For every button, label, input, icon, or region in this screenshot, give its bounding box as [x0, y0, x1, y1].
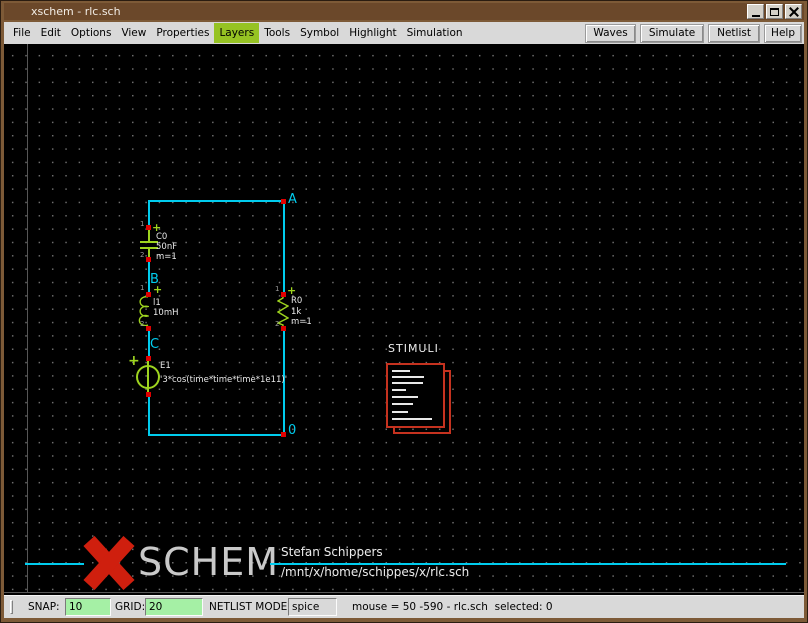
resistor-mult: m=1 [291, 317, 312, 327]
stimuli-text-line [392, 376, 424, 378]
title-block[interactable]: SCHEM Stefan Schippers /mnt/x/home/schip… [4, 532, 804, 592]
pin-square [281, 326, 286, 331]
mouse-status-text: mouse = 50 -590 - rlc.sch selected: 0 [352, 601, 553, 613]
netlist-mode-input[interactable] [288, 598, 337, 616]
capacitor-value: 50nF [156, 242, 177, 252]
stimuli-text-line [392, 389, 406, 391]
titleblock-author: Stefan Schippers [281, 545, 383, 559]
resistor-r0[interactable]: + 1 2 R0 1k m=1 [269, 282, 329, 330]
statusbar-grip[interactable] [10, 600, 13, 614]
pin-square [281, 292, 286, 297]
menu-file[interactable]: File [8, 23, 36, 43]
resistor-pin1-number: 1 [275, 286, 279, 293]
menubar: File Edit Options View Properties Layers… [4, 22, 804, 44]
minimize-button[interactable] [747, 4, 764, 19]
menu-view[interactable]: View [116, 23, 151, 43]
inductor-pin2-number: 2 [140, 321, 144, 328]
window-controls [747, 4, 802, 19]
menu-properties[interactable]: Properties [151, 23, 214, 43]
close-button[interactable] [785, 4, 802, 19]
resistor-plus-marker: + [287, 286, 296, 295]
stimuli-text-line [392, 396, 418, 398]
sheet-frame-bottom [4, 592, 804, 593]
node-label-a[interactable]: A [288, 192, 297, 207]
node-label-c[interactable]: C [150, 337, 159, 352]
stimuli-text-line [392, 370, 410, 372]
waves-button[interactable]: Waves [585, 24, 636, 43]
simulate-button[interactable]: Simulate [640, 24, 704, 43]
snap-input[interactable] [65, 598, 111, 616]
minimize-icon [752, 15, 760, 17]
capacitor-pin1-number: 1 [140, 221, 144, 228]
snap-label: SNAP: [28, 601, 60, 613]
wire-bottom[interactable] [148, 434, 285, 436]
help-button[interactable]: Help [764, 24, 802, 43]
menu-tools[interactable]: Tools [259, 23, 295, 43]
titleblock-line-left [25, 563, 84, 565]
pin-square [281, 432, 286, 437]
titleblock-path: /mnt/x/home/schippes/x/rlc.sch [281, 565, 469, 579]
wire-right-1[interactable] [283, 200, 285, 295]
maximize-icon [770, 8, 779, 16]
pin-square [281, 199, 286, 204]
netlist-mode-label: NETLIST MODE: [209, 601, 291, 613]
stimuli-block[interactable]: STIMULI [384, 340, 464, 440]
source-plus-marker: + [128, 356, 140, 367]
wire-top[interactable] [148, 200, 285, 202]
menu-simulation[interactable]: Simulation [402, 23, 468, 43]
capacitor-name: C0 [156, 232, 167, 242]
inductor-name: l1 [153, 298, 161, 308]
node-label-gnd[interactable]: 0 [288, 423, 296, 438]
xschem-logo-x-icon [82, 536, 136, 590]
pin-square [146, 356, 151, 361]
source-e1[interactable]: + E1 '3*cos(time*time*time*1e11)' [124, 352, 304, 398]
sheet-frame-vertical [27, 44, 28, 593]
capacitor-plus-marker: + [152, 223, 161, 232]
wire-left-4[interactable] [148, 394, 150, 436]
stimuli-text-line [392, 403, 413, 405]
inductor-l1[interactable]: + 1 2 l1 10mH [132, 282, 212, 330]
node-label-b[interactable]: B [150, 272, 159, 287]
pin-square [146, 257, 151, 262]
pin-square [146, 392, 151, 397]
menu-highlight[interactable]: Highlight [344, 23, 401, 43]
capacitor-mult: m=1 [156, 252, 177, 262]
source-name: E1 [160, 361, 171, 371]
schematic-canvas[interactable]: + 1 2 C0 50nF m=1 + 1 2 l1 10mH + E1 '3*… [4, 44, 804, 595]
titlebar[interactable]: xschem - rlc.sch [4, 3, 804, 20]
stimuli-rect-front [386, 363, 445, 428]
resistor-name: R0 [291, 296, 302, 306]
menu-layers[interactable]: Layers [214, 23, 259, 43]
stimuli-text-line [392, 418, 432, 420]
source-value: '3*cos(time*time*time*1e11)' [160, 375, 287, 385]
pin-square [146, 225, 151, 230]
menu-symbol[interactable]: Symbol [295, 23, 344, 43]
window-title: xschem - rlc.sch [31, 5, 121, 18]
close-icon [789, 7, 799, 17]
menu-edit[interactable]: Edit [36, 23, 66, 43]
statusbar: SNAP: GRID: NETLIST MODE: mouse = 50 -59… [4, 595, 804, 618]
grid-input[interactable] [145, 598, 203, 616]
capacitor-c0[interactable]: + 1 2 C0 50nF m=1 [134, 220, 204, 265]
netlist-button[interactable]: Netlist [708, 24, 760, 43]
xschem-logo-text: SCHEM [138, 543, 279, 581]
stimuli-label: STIMULI [388, 342, 439, 355]
xschem-window: xschem - rlc.sch File Edit Options View … [0, 0, 808, 623]
menu-options[interactable]: Options [66, 23, 117, 43]
inductor-value: 10mH [153, 308, 179, 318]
maximize-button[interactable] [766, 4, 783, 19]
pin-square [146, 292, 151, 297]
pin-square [146, 326, 151, 331]
grid-label: GRID: [115, 601, 145, 613]
inductor-pin1-number: 1 [140, 285, 144, 292]
capacitor-pin2-number: 2 [140, 252, 144, 259]
resistor-value: 1k [291, 307, 301, 317]
stimuli-text-line [392, 382, 423, 384]
stimuli-text-line [392, 411, 408, 413]
resistor-pin2-number: 2 [275, 321, 279, 328]
